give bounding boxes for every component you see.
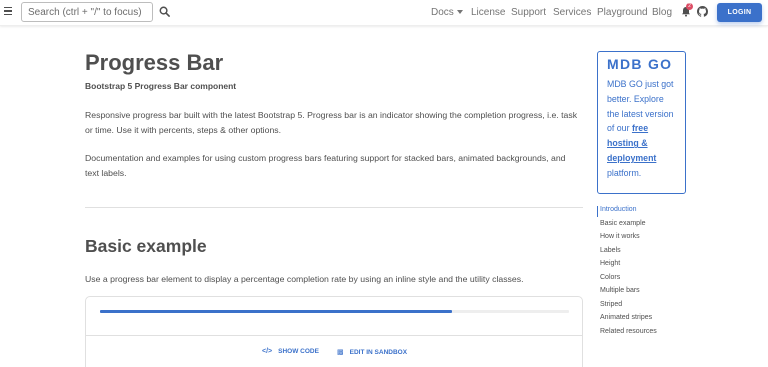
toc-item-colors[interactable]: Colors — [600, 274, 620, 281]
page-subtitle: Bootstrap 5 Progress Bar component — [85, 81, 237, 91]
toc-item-height[interactable]: Height — [600, 260, 620, 267]
nav-playground[interactable]: Playground — [597, 7, 648, 18]
caret-down-icon — [456, 10, 463, 14]
toc-item-animated-stripes[interactable]: Animated stripes — [600, 314, 652, 321]
top-navbar: Docs License Support Services Playground… — [0, 0, 768, 26]
toc-item-basic-example[interactable]: Basic example — [600, 220, 646, 227]
promo-text: MDB GO just got better. Explore the late… — [607, 77, 676, 181]
section-paragraph: Use a progress bar element to display a … — [85, 274, 524, 284]
show-code-label: SHOW CODE — [278, 348, 319, 355]
file-code-icon: ▩ — [337, 349, 344, 356]
section-divider — [85, 207, 583, 208]
mdb-go-promo[interactable]: MDB GO MDB GO just got better. Explore t… — [597, 51, 686, 194]
edit-sandbox-label: EDIT IN SANDBOX — [349, 349, 408, 356]
mdb-go-logo: MDB GO — [607, 56, 673, 72]
github-icon[interactable] — [697, 6, 708, 17]
progress-bar — [100, 310, 569, 313]
notification-badge: 2 — [686, 3, 693, 10]
toc-item-introduction[interactable]: Introduction — [600, 206, 637, 213]
nav-docs[interactable]: Docs — [431, 7, 463, 18]
progress-bar-fill — [100, 310, 452, 313]
nav-license[interactable]: License — [471, 7, 505, 18]
promo-text-end: platform. — [607, 167, 642, 178]
page-title: Progress Bar — [85, 50, 224, 75]
card-divider — [86, 335, 582, 336]
toc-item-multiple-bars[interactable]: Multiple bars — [600, 287, 640, 294]
menu-icon[interactable] — [4, 7, 12, 15]
nav-support[interactable]: Support — [511, 7, 546, 18]
section-title-basic-example: Basic example — [85, 236, 207, 256]
description-paragraph: Documentation and examples for using cus… — [85, 153, 566, 178]
edit-in-sandbox-button[interactable]: ▩ EDIT IN SANDBOX — [337, 348, 407, 356]
nav-docs-label: Docs — [431, 7, 454, 18]
login-button[interactable]: LOGIN — [717, 3, 762, 22]
example-card: </> SHOW CODE ▩ EDIT IN SANDBOX — [85, 296, 583, 367]
intro-paragraph: Responsive progress bar built with the l… — [85, 110, 578, 135]
toc-active-indicator — [597, 206, 599, 217]
nav-services[interactable]: Services — [553, 7, 591, 18]
code-icon: </> — [262, 348, 273, 355]
search-input[interactable] — [21, 2, 153, 22]
toc-item-related-resources[interactable]: Related resources — [600, 328, 657, 335]
nav-blog[interactable]: Blog — [652, 7, 672, 18]
toc-item-labels[interactable]: Labels — [600, 247, 621, 254]
show-code-button[interactable]: </> SHOW CODE — [262, 348, 319, 355]
toc-item-how-it-works[interactable]: How it works — [600, 233, 640, 240]
toc-item-striped[interactable]: Striped — [600, 301, 622, 308]
search-icon[interactable] — [159, 6, 170, 17]
